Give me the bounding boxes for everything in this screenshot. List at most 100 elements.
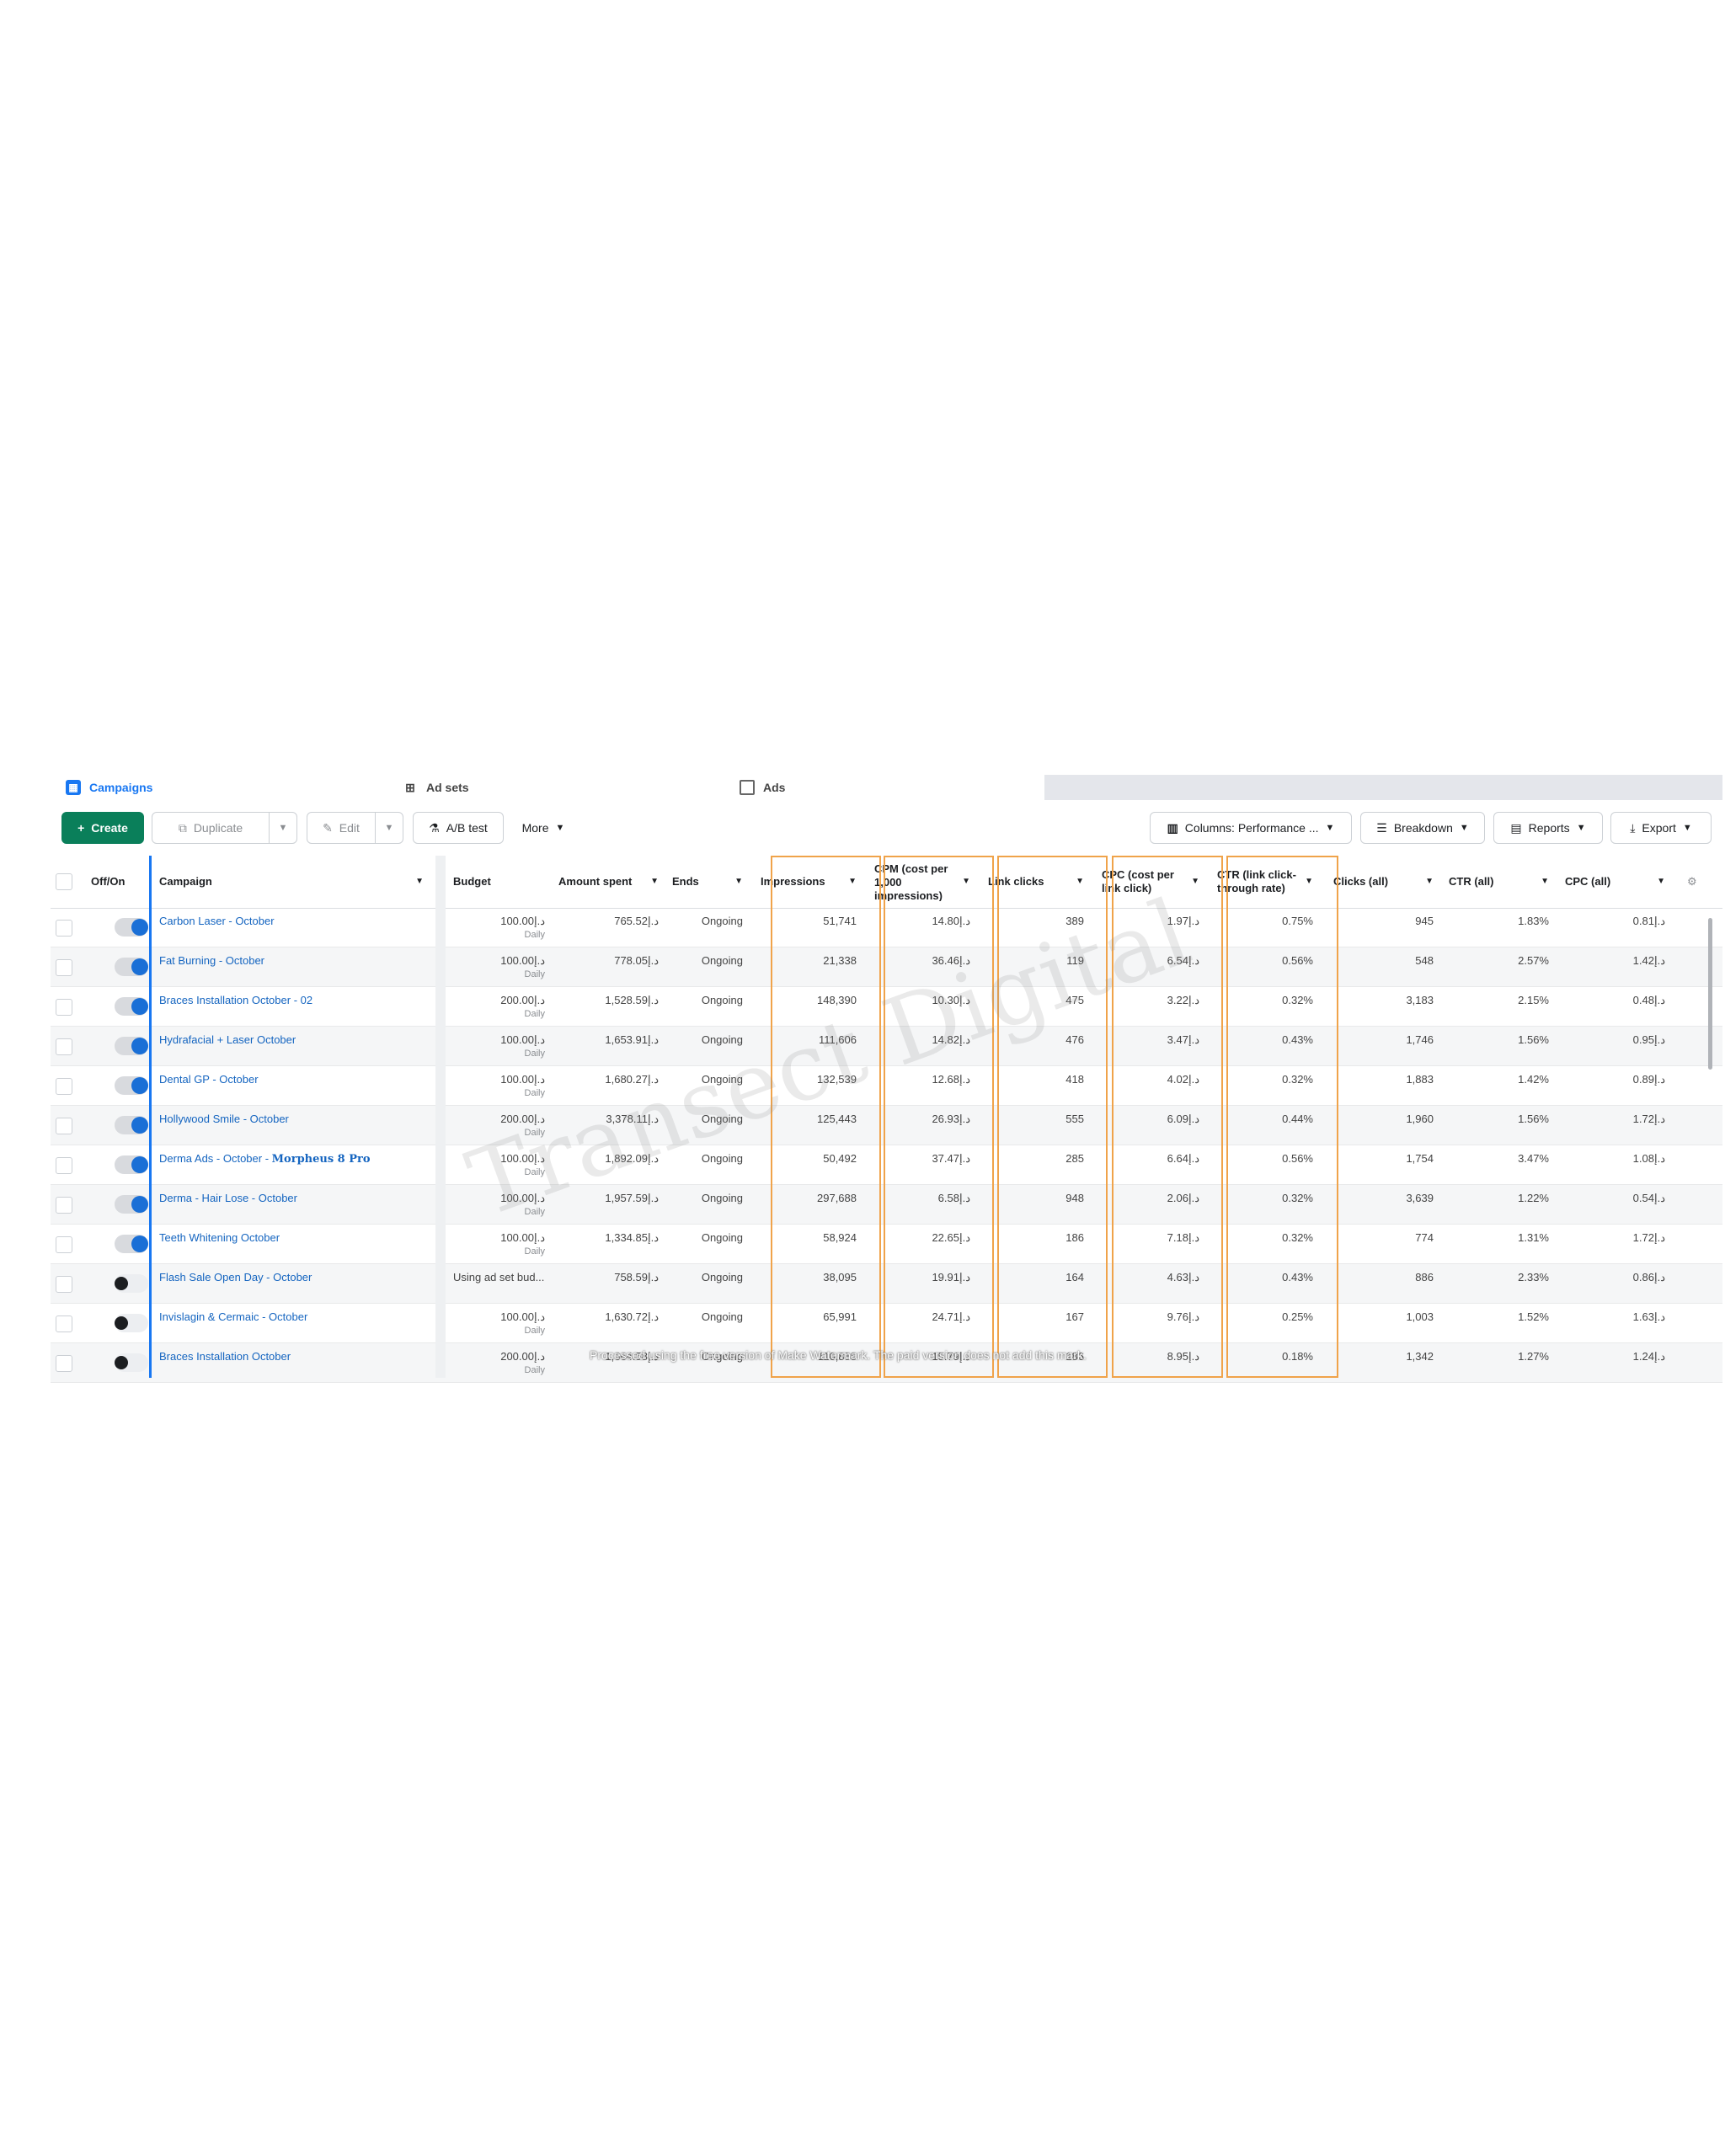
budget-period: Daily [524,930,545,940]
cell-cpm: 26.93د.إ [868,1106,977,1145]
campaign-toggle[interactable] [115,918,148,937]
select-all-checkbox[interactable] [56,873,72,890]
row-checkbox[interactable] [56,1157,72,1174]
column-header-clicks-all[interactable]: Clicks (all) ▼ [1327,856,1440,908]
cell-value: 1.83% [1518,915,1549,927]
column-header-impressions[interactable]: Impressions ▼ [754,856,863,908]
campaign-name-link[interactable]: Braces Installation October [152,1343,430,1383]
edit-button[interactable]: ✎ Edit [307,812,376,844]
table-row[interactable]: Teeth Whitening October 100.00د.إ Daily 1,3… [51,1225,1722,1264]
column-settings-gear-icon[interactable]: ⚙ [1680,856,1706,908]
cell-value: Ongoing [701,1310,743,1323]
more-button[interactable]: More ▼ [510,812,577,844]
cell-value: 1,653.91د.إ [605,1033,659,1046]
row-checkbox[interactable] [56,1315,72,1332]
row-checkbox[interactable] [56,1038,72,1055]
row-checkbox[interactable] [56,1276,72,1293]
table-row[interactable]: Derma - Hair Lose - October 100.00د.إ Dail… [51,1185,1722,1225]
column-resize-handle[interactable] [435,856,446,1378]
export-button[interactable]: ⤓ Export ▼ [1610,812,1712,844]
duplicate-button[interactable]: ⧉ Duplicate [152,812,270,844]
campaign-toggle[interactable] [115,1235,148,1253]
campaign-name-link[interactable]: Braces Installation October - 02 [152,987,430,1027]
row-checkbox[interactable] [56,1197,72,1214]
campaign-name-link[interactable]: Invislagin & Cermaic - October [152,1304,430,1343]
campaign-toggle[interactable] [115,1037,148,1055]
table-row[interactable]: Carbon Laser - October 100.00د.إ Daily 765.… [51,908,1722,947]
row-checkbox[interactable] [56,1355,72,1372]
table-row[interactable]: Derma Ads - October - Morpheus 8 Pro 100.… [51,1145,1722,1185]
row-checkbox[interactable] [56,1118,72,1134]
campaign-toggle[interactable] [115,1274,148,1293]
row-checkbox[interactable] [56,1236,72,1253]
campaign-name-link[interactable]: Teeth Whitening October [152,1225,430,1264]
table-row[interactable]: Flash Sale Open Day - October Using ad se… [51,1264,1722,1304]
row-checkbox[interactable] [56,920,72,937]
column-header-cpm[interactable]: CPM (cost per 1,000 impressions) ▼ [868,856,977,908]
budget-period: Daily [524,1088,545,1098]
campaign-toggle[interactable] [115,1314,148,1332]
cell-value: 3.47% [1518,1152,1549,1165]
campaign-toggle[interactable] [115,997,148,1016]
campaign-toggle[interactable] [115,1195,148,1214]
campaign-toggle[interactable] [115,958,148,976]
cell-value: 476 [1065,1033,1084,1046]
table-row[interactable]: Invislagin & Cermaic - October 100.00د.إ D… [51,1304,1722,1343]
campaign-toggle[interactable] [115,1116,148,1134]
cell-impressions: 297,688 [754,1185,863,1225]
tab-ads[interactable]: Ads [716,775,1044,800]
column-header-amount-spent[interactable]: Amount spent ▼ [552,856,665,908]
row-checkbox[interactable] [56,959,72,976]
vertical-scrollbar[interactable] [1708,918,1712,1070]
breakdown-button[interactable]: ☰ Breakdown ▼ [1360,812,1485,844]
create-button[interactable]: + Create [61,812,144,844]
toggle-knob [115,1356,128,1369]
sort-caret-icon: ▼ [734,877,743,886]
column-header-ends[interactable]: Ends ▼ [665,856,750,908]
campaign-toggle[interactable] [115,1353,148,1372]
cell-spent: 1,653.91د.إ [552,1027,665,1066]
cell-link-clicks: 555 [981,1106,1091,1145]
cell-cpc-link: 6.64د.إ [1095,1145,1206,1185]
cell-value: 2.57% [1518,954,1549,967]
columns-button[interactable]: ▥ Columns: Performance ... ▼ [1150,812,1352,844]
campaign-name-link[interactable]: Hydrafacial + Laser October [152,1027,430,1066]
column-header-off-on[interactable]: Off/On [84,856,150,908]
cell-cpc-all: 0.48د.إ [1558,987,1672,1027]
column-header-campaign[interactable]: Campaign ▼ [152,856,430,908]
sort-caret-icon: ▼ [962,877,970,886]
cell-cpc-link: 3.47د.إ [1095,1027,1206,1066]
column-header-ctr-link[interactable]: CTR (link click-through rate) ▼ [1210,856,1320,908]
row-checkbox[interactable] [56,999,72,1016]
level-tabs: ▦ Campaigns ⊞ Ad sets Ads [51,775,1722,800]
tab-ad-sets[interactable]: ⊞ Ad sets [379,775,716,800]
edit-dropdown-button[interactable]: ▼ [375,812,403,844]
campaign-name-link[interactable]: Dental GP - October [152,1066,430,1106]
campaign-name-link[interactable]: Derma - Hair Lose - October [152,1185,430,1225]
campaign-name-link[interactable]: Carbon Laser - October [152,908,430,947]
cell-value: 297,688 [817,1192,857,1204]
campaign-toggle[interactable] [115,1155,148,1174]
cell-ctr-link: 0.25% [1210,1304,1320,1343]
reports-button[interactable]: ▤ Reports ▼ [1493,812,1603,844]
ab-test-button[interactable]: ⚗ A/B test [413,812,504,844]
cell-ctr-link: 0.32% [1210,1185,1320,1225]
table-row[interactable]: Hollywood Smile - October 200.00د.إ Daily 3… [51,1106,1722,1145]
cell-value: 1.27% [1518,1350,1549,1363]
tab-campaigns[interactable]: ▦ Campaigns [51,775,379,800]
duplicate-dropdown-button[interactable]: ▼ [269,812,297,844]
column-header-ctr-all[interactable]: CTR (all) ▼ [1442,856,1556,908]
campaign-name-link[interactable]: Hollywood Smile - October [152,1106,430,1145]
cell-cpc-all: 0.95د.إ [1558,1027,1672,1066]
campaign-name-link[interactable]: Fat Burning - October [152,947,430,987]
campaign-name-link[interactable]: Flash Sale Open Day - October [152,1264,430,1304]
cell-value: 8.95د.إ [1167,1350,1199,1363]
row-checkbox[interactable] [56,1078,72,1095]
column-header-cpc-all[interactable]: CPC (all) ▼ [1558,856,1672,908]
campaign-name: Flash Sale Open Day - October [159,1271,312,1283]
ads-manager-screenshot: ▦ Campaigns ⊞ Ad sets Ads + Create ⧉ Dup… [51,775,1722,1383]
column-header-link-clicks[interactable]: Link clicks ▼ [981,856,1091,908]
column-header-budget[interactable]: Budget [446,856,552,908]
campaign-name-link[interactable]: Derma Ads - October - Morpheus 8 Pro [152,1145,430,1185]
campaign-toggle[interactable] [115,1076,148,1095]
